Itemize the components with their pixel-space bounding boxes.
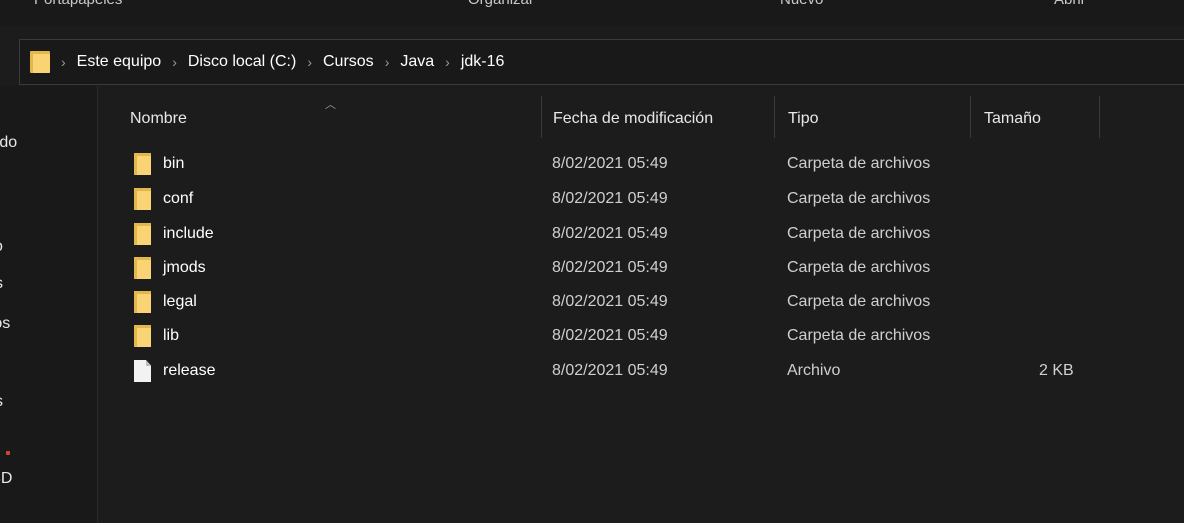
ribbon: Portapapeles Organizar Nuevo Abrir: [0, 0, 1184, 26]
file-date: 8/02/2021 05:49: [552, 293, 668, 310]
file-date: 8/02/2021 05:49: [552, 155, 668, 172]
navigation-pane: ápido o s ntos s 3D: [0, 86, 98, 523]
column-header-name[interactable]: Nombre: [130, 110, 187, 128]
file-name: lib: [163, 327, 180, 344]
nav-item-indicator: [6, 451, 10, 455]
file-row-release[interactable]: release 8/02/2021 05:49 Archivo 2 KB: [99, 355, 1099, 389]
address-bar[interactable]: › Este equipo › Disco local (C:) › Curso…: [19, 39, 1184, 85]
file-type: Carpeta de archivos: [787, 225, 931, 242]
ribbon-group-organize[interactable]: Organizar: [468, 0, 534, 8]
ribbon-group-open[interactable]: Abrir: [1054, 0, 1086, 8]
column-header-type[interactable]: Tipo: [788, 110, 819, 128]
file-row-bin[interactable]: bin 8/02/2021 05:49 Carpeta de archivos: [99, 148, 1099, 182]
file-row-lib[interactable]: lib 8/02/2021 05:49 Carpeta de archivos: [99, 320, 1099, 354]
breadcrumb-chevron-icon[interactable]: ›: [445, 54, 450, 70]
file-name: legal: [163, 293, 197, 310]
file-date: 8/02/2021 05:49: [552, 225, 668, 242]
column-divider[interactable]: [541, 96, 542, 138]
breadcrumb-java[interactable]: Java: [400, 53, 434, 71]
folder-icon: [134, 188, 151, 210]
folder-icon: [134, 291, 151, 313]
column-header-date[interactable]: Fecha de modificación: [553, 110, 713, 128]
file-type: Carpeta de archivos: [787, 259, 931, 276]
nav-item[interactable]: s: [0, 393, 3, 411]
breadcrumb-disco-local[interactable]: Disco local (C:): [188, 53, 296, 71]
file-name: release: [163, 362, 216, 379]
file-row-legal[interactable]: legal 8/02/2021 05:49 Carpeta de archivo…: [99, 286, 1099, 320]
nav-item[interactable]: s: [0, 275, 3, 293]
file-name: bin: [163, 155, 185, 172]
file-type: Carpeta de archivos: [787, 190, 931, 207]
folder-icon: [134, 257, 151, 279]
file-icon: [134, 360, 151, 382]
file-size: 2 KB: [1039, 362, 1074, 379]
column-header-size[interactable]: Tamaño: [984, 110, 1041, 128]
breadcrumb-chevron-icon[interactable]: ›: [61, 54, 66, 70]
folder-icon: [30, 51, 50, 73]
breadcrumb-este-equipo[interactable]: Este equipo: [77, 53, 162, 71]
ribbon-group-new[interactable]: Nuevo: [780, 0, 823, 8]
nav-item-3d-objects[interactable]: 3D: [0, 470, 12, 488]
column-divider[interactable]: [774, 96, 775, 138]
column-header: ︿ Nombre Fecha de modificación Tipo Tama…: [99, 96, 1184, 140]
file-type: Carpeta de archivos: [787, 155, 931, 172]
file-type: Archivo: [787, 362, 841, 379]
file-name: include: [163, 225, 214, 242]
ribbon-group-clipboard[interactable]: Portapapeles: [34, 0, 122, 8]
breadcrumb-chevron-icon[interactable]: ›: [172, 54, 177, 70]
file-name: conf: [163, 190, 194, 207]
file-row-include[interactable]: include 8/02/2021 05:49 Carpeta de archi…: [99, 218, 1099, 252]
file-date: 8/02/2021 05:49: [552, 327, 668, 344]
breadcrumb-cursos[interactable]: Cursos: [323, 53, 374, 71]
file-type: Carpeta de archivos: [787, 327, 931, 344]
file-date: 8/02/2021 05:49: [552, 190, 668, 207]
column-divider[interactable]: [970, 96, 971, 138]
file-row-conf[interactable]: conf 8/02/2021 05:49 Carpeta de archivos: [99, 183, 1099, 217]
column-divider[interactable]: [1099, 96, 1100, 138]
folder-icon: [134, 223, 151, 245]
breadcrumb-chevron-icon[interactable]: ›: [385, 54, 390, 70]
folder-icon: [134, 325, 151, 347]
file-name: jmods: [163, 259, 206, 276]
folder-icon: [134, 153, 151, 175]
nav-item-quick-access[interactable]: ápido: [0, 134, 17, 152]
file-row-jmods[interactable]: jmods 8/02/2021 05:49 Carpeta de archivo…: [99, 252, 1099, 286]
sort-ascending-icon: ︿: [325, 99, 336, 111]
file-type: Carpeta de archivos: [787, 293, 931, 310]
breadcrumb-jdk-16[interactable]: jdk-16: [461, 53, 505, 71]
file-date: 8/02/2021 05:49: [552, 259, 668, 276]
file-date: 8/02/2021 05:49: [552, 362, 668, 379]
breadcrumb-chevron-icon[interactable]: ›: [307, 54, 312, 70]
nav-item[interactable]: o: [0, 238, 3, 256]
nav-item-documents[interactable]: ntos: [0, 315, 10, 333]
